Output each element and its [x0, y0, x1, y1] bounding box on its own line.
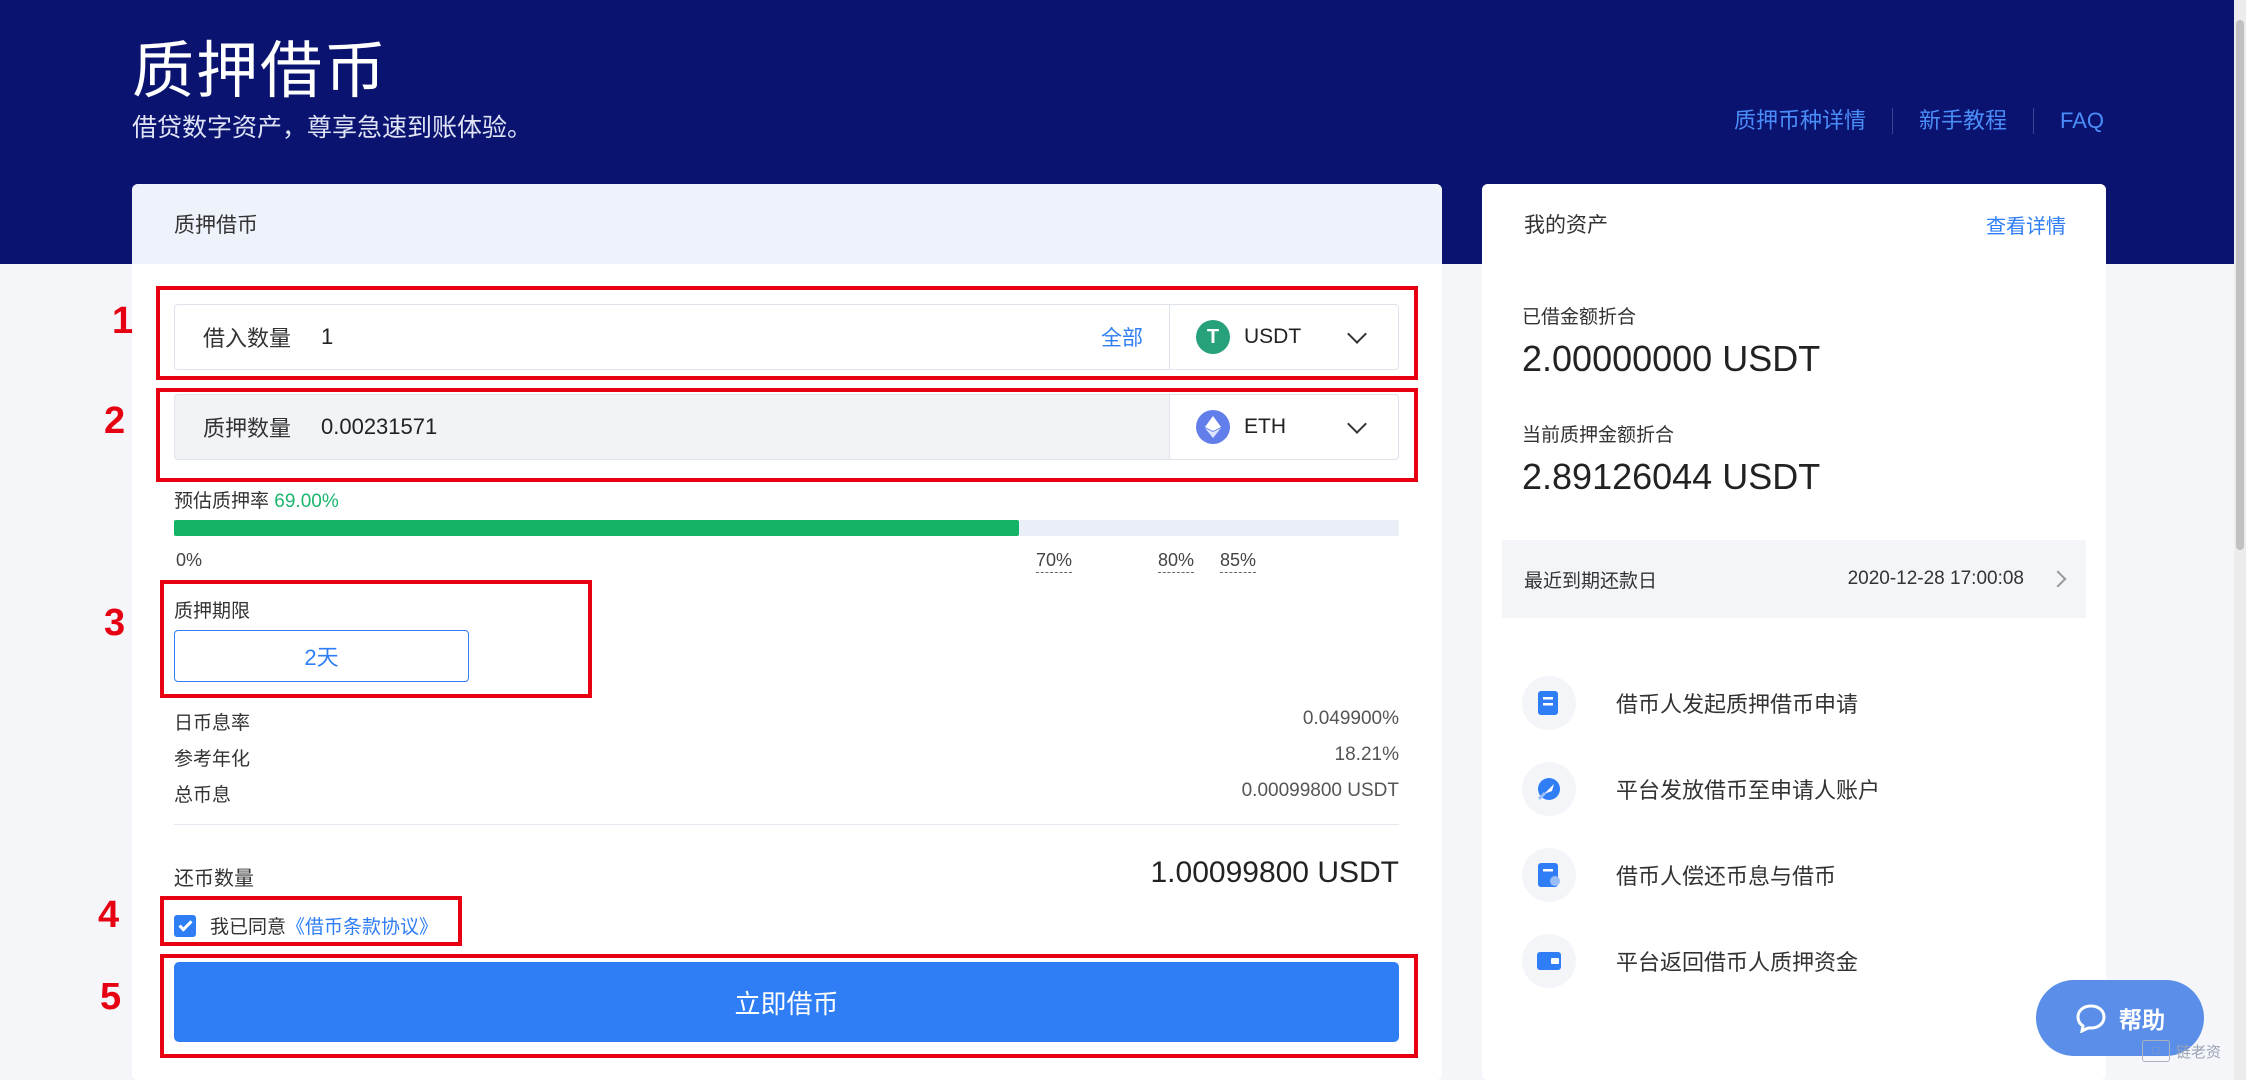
help-button-label: 帮助: [2119, 1007, 2165, 1033]
agreement-link[interactable]: 《借币条款协议》: [286, 912, 438, 939]
borrow-card: 质押借币 借入数量 1 全部 T USDT 质押数量 0.00231571 ET…: [132, 184, 1442, 1080]
info-row-annualized: 参考年化 18.21%: [174, 744, 1399, 771]
pledge-coin-select[interactable]: ETH: [1169, 395, 1398, 459]
page-subtitle: 借贷数字资产，尊享急速到账体验。: [132, 114, 533, 142]
borrow-amount-input[interactable]: 1: [321, 324, 1101, 350]
scrollbar-thumb[interactable]: [2236, 20, 2244, 550]
pledge-rate-progress-fill: [174, 520, 1020, 536]
total-interest-value: 0.00099800 USDT: [1241, 780, 1399, 801]
pledged-amount-value: 2.89126044 USDT: [1522, 456, 1821, 497]
agreement-row: 我已同意 《借币条款协议》: [174, 912, 438, 939]
borrow-amount-label: 借入数量: [203, 326, 292, 351]
borrow-coin-name: USDT: [1244, 325, 1302, 348]
check-icon: [177, 916, 193, 932]
process-step-3: 借币人偿还币息与借币: [1522, 848, 1836, 902]
chevron-right-icon: [2049, 570, 2067, 588]
pledge-term-label: 质押期限: [174, 601, 251, 622]
total-interest-label: 总币息: [174, 785, 232, 806]
eth-icon: [1196, 410, 1230, 444]
info-row-daily-rate: 日币息率 0.049900%: [174, 708, 1399, 735]
repay-icon: [1522, 848, 1576, 902]
annotation-number-3: 3: [104, 602, 126, 644]
rocket-icon: [1522, 762, 1576, 816]
process-step-4: 平台返回借币人质押资金: [1522, 934, 1858, 988]
process-step-2: 平台发放借币至申请人账户: [1522, 762, 1880, 816]
borrow-now-button[interactable]: 立即借币: [174, 962, 1399, 1042]
top-links: 质押币种详情 新手教程 FAQ: [1708, 108, 2104, 134]
borrowed-amount-value: 2.00000000 USDT: [1522, 338, 1821, 379]
chevron-down-icon: [1347, 414, 1367, 434]
agreement-checkbox[interactable]: [174, 914, 196, 937]
link-pledge-coin-details[interactable]: 质押币种详情: [1708, 108, 1892, 134]
pledge-term-option[interactable]: 2天: [174, 630, 469, 682]
process-step-2-text: 平台发放借币至申请人账户: [1616, 778, 1881, 803]
link-faq[interactable]: FAQ: [2032, 108, 2104, 134]
watermark-logo: □: [2142, 1040, 2170, 1062]
wallet-icon: [1522, 934, 1576, 988]
view-details-link[interactable]: 查看详情: [1986, 210, 2066, 239]
next-due-date-row[interactable]: 最近到期还款日 2020-12-28 17:00:08: [1502, 540, 2086, 618]
next-due-date-label: 最近到期还款日: [1524, 570, 1658, 592]
next-due-date-value: 2020-12-28 17:00:08: [1847, 568, 2024, 589]
pledge-rate-label: 预估质押率 69.00%: [174, 491, 339, 512]
annotation-number-1: 1: [112, 300, 134, 342]
annualized-value: 18.21%: [1334, 744, 1399, 765]
page-title: 质押借币: [132, 37, 389, 106]
process-step-4-text: 平台返回借币人质押资金: [1616, 950, 1859, 975]
link-beginner-tutorial[interactable]: 新手教程: [1891, 108, 2033, 134]
rate-tick-0: 0%: [176, 550, 203, 570]
assets-card-title: 我的资产: [1524, 214, 1608, 237]
pledge-rate-progress: [174, 520, 1399, 536]
borrow-coin-select[interactable]: T USDT: [1169, 305, 1398, 369]
annualized-label: 参考年化: [174, 749, 251, 770]
rate-tick-70: 70%: [1036, 550, 1073, 573]
rate-tick-80: 80%: [1158, 550, 1195, 573]
agreement-text: 我已同意: [210, 917, 287, 938]
watermark: □ 链老资: [2142, 1040, 2221, 1062]
borrow-all-button[interactable]: 全部: [1101, 322, 1143, 352]
assets-card-header: 我的资产 查看详情: [1482, 184, 2106, 264]
pledge-amount-value: 0.00231571: [321, 414, 438, 439]
borrow-card-header: 质押借币: [132, 184, 1442, 264]
divider: [174, 824, 1399, 825]
process-step-3-text: 借币人偿还币息与借币: [1616, 864, 1837, 889]
process-step-1-text: 借币人发起质押借币申请: [1616, 692, 1859, 717]
watermark-text: 链老资: [2176, 1043, 2222, 1061]
annotation-number-4: 4: [98, 894, 120, 936]
assets-card: 我的资产 查看详情 已借金额折合 2.00000000 USDT 当前质押金额折…: [1482, 184, 2106, 1080]
daily-rate-label: 日币息率: [174, 713, 251, 734]
annotation-number-2: 2: [104, 400, 126, 442]
pledge-rate-value: 69.00%: [274, 491, 339, 512]
borrow-amount-row: 借入数量 1 全部 T USDT: [174, 304, 1399, 370]
pledged-amount-label: 当前质押金额折合: [1522, 425, 1675, 446]
page-scrollbar[interactable]: [2234, 0, 2246, 1080]
borrowed-amount-label: 已借金额折合: [1522, 307, 1637, 328]
usdt-icon: T: [1196, 320, 1230, 354]
annotation-number-5: 5: [100, 976, 122, 1018]
repay-amount-value: 1.00099800 USDT: [1150, 856, 1400, 889]
daily-rate-value: 0.049900%: [1302, 708, 1399, 729]
rate-tick-85: 85%: [1220, 550, 1257, 573]
pledge-coin-name: ETH: [1244, 415, 1286, 438]
chevron-down-icon: [1347, 324, 1367, 344]
pledge-amount-row: 质押数量 0.00231571 ETH: [174, 394, 1399, 460]
repay-amount-label: 还币数量: [174, 868, 254, 890]
chat-bubble-icon: [2076, 1004, 2106, 1033]
process-step-1: 借币人发起质押借币申请: [1522, 676, 1858, 730]
pledge-amount-label: 质押数量: [203, 416, 292, 441]
document-icon: [1522, 676, 1576, 730]
info-row-total-interest: 总币息 0.00099800 USDT: [174, 780, 1399, 807]
